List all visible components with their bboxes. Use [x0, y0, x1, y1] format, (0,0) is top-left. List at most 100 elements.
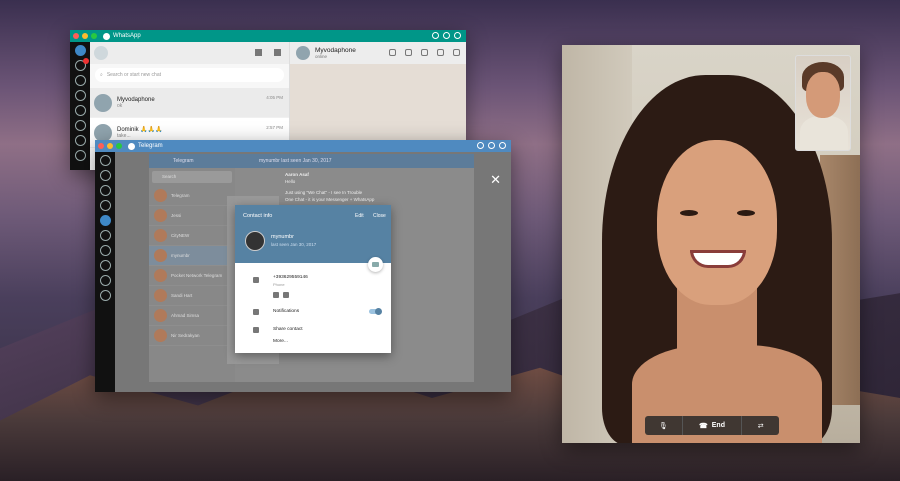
- skype-rail-icon[interactable]: [99, 170, 111, 181]
- close-window-button[interactable]: [73, 33, 79, 39]
- close-window-button[interactable]: [98, 143, 104, 149]
- list-item[interactable]: Sandi Hart: [149, 286, 235, 306]
- caller-eye: [737, 210, 755, 216]
- messenger-rail-icon[interactable]: [99, 185, 111, 196]
- list-item[interactable]: Telegram: [149, 186, 235, 206]
- menu-icon[interactable]: [453, 49, 460, 56]
- notifications-toggle[interactable]: [369, 308, 382, 315]
- traffic-lights: [73, 33, 97, 39]
- notifications-label: Notifications: [273, 309, 300, 314]
- exit-icon[interactable]: [454, 32, 461, 39]
- call-icon[interactable]: [283, 292, 289, 298]
- avatar[interactable]: [94, 46, 108, 60]
- list-item[interactable]: mynumbr: [149, 246, 235, 266]
- contact-info-modal: Contact info Edit Close mynumbr last see…: [235, 205, 391, 353]
- zoom-window-button[interactable]: [116, 143, 122, 149]
- telegram-header: Telegram mynumbr last seen Jan 30, 2017: [149, 154, 474, 168]
- search-input[interactable]: ⌕ Search or start new chat: [95, 68, 284, 82]
- window-title: WhatsApp: [103, 32, 141, 40]
- attach-icon[interactable]: [405, 49, 412, 56]
- whatsapp-titlebar[interactable]: WhatsApp: [70, 30, 466, 42]
- icq-rail-icon[interactable]: [74, 135, 86, 146]
- avatar[interactable]: [296, 46, 310, 60]
- settings-icon[interactable]: [477, 142, 484, 149]
- telegram-logo-icon: [128, 142, 135, 150]
- search-input[interactable]: Search: [152, 171, 232, 183]
- exit-icon[interactable]: [499, 142, 506, 149]
- whatsapp-rail-icon[interactable]: [99, 155, 111, 166]
- sync-rail-icon[interactable]: [99, 290, 111, 301]
- mic-mute-icon[interactable]: 🎙: [645, 416, 683, 435]
- vk-rail-icon[interactable]: [99, 275, 111, 286]
- new-chat-icon[interactable]: [255, 49, 262, 56]
- zoom-window-button[interactable]: [91, 33, 97, 39]
- icq-rail-icon[interactable]: [99, 245, 111, 256]
- close-button[interactable]: Close: [373, 213, 386, 219]
- edit-button[interactable]: Edit: [355, 213, 364, 219]
- chat-name: Dominik 🙏🙏🙏: [117, 127, 163, 133]
- help-icon[interactable]: [488, 142, 495, 149]
- messenger-rail-icon[interactable]: [74, 75, 86, 86]
- skype-rail-icon[interactable]: [74, 58, 89, 71]
- minimize-window-button[interactable]: [107, 143, 113, 149]
- share-icon: [253, 327, 259, 333]
- list-item[interactable]: CityNEW: [149, 226, 235, 246]
- video-call-window: 🎙 ☎ End ⇄: [562, 45, 860, 443]
- traffic-lights: [98, 143, 122, 149]
- whatsapp-logo-icon: [103, 32, 110, 40]
- message-text: Hello: [285, 179, 296, 184]
- list-item[interactable]: Jessi: [149, 206, 235, 226]
- list-item[interactable]: Ahmad Simsa: [149, 306, 235, 326]
- send-message-button[interactable]: [368, 257, 383, 272]
- video-call-icon[interactable]: [421, 49, 428, 56]
- call-controls: 🎙 ☎ End ⇄: [645, 416, 779, 435]
- chat-name: Telegram: [171, 193, 190, 198]
- help-icon[interactable]: [443, 32, 450, 39]
- contact-status: online: [315, 54, 328, 59]
- viber-rail-icon[interactable]: [74, 105, 86, 116]
- bell-icon: [253, 309, 259, 315]
- contact-name: mynumbr: [271, 234, 294, 240]
- search-icon[interactable]: [389, 49, 396, 56]
- window-title-text: WhatsApp: [113, 33, 141, 39]
- minimize-window-button[interactable]: [82, 33, 88, 39]
- conversation-header: Myvodaphone online: [290, 42, 466, 64]
- contact-info-header: Contact info Edit Close mynumbr last see…: [235, 205, 391, 272]
- list-item[interactable]: Nir Sedrakyan: [149, 326, 235, 346]
- telegram-rail-icon[interactable]: [74, 90, 86, 101]
- more-button[interactable]: More...: [273, 339, 288, 344]
- list-item[interactable]: Pocket Network Telegram: [149, 266, 235, 286]
- search-placeholder: Search or start new chat: [106, 72, 162, 78]
- telegram-rail-icon[interactable]: [99, 215, 111, 226]
- self-view-pip[interactable]: [795, 55, 851, 151]
- menu-icon[interactable]: [274, 49, 281, 56]
- call-icon[interactable]: [437, 49, 444, 56]
- contact-last-seen: last seen Jan 30, 2017: [271, 242, 317, 247]
- end-call-button[interactable]: ☎ End: [683, 416, 743, 435]
- avatar: [154, 289, 167, 302]
- chat-name: Pocket Network Telegram: [171, 273, 223, 278]
- line-rail-icon[interactable]: [99, 260, 111, 271]
- chat-name: mynumbr: [171, 253, 190, 258]
- chat-name: Sandi Hart: [171, 293, 193, 298]
- whatsapp-rail-icon[interactable]: [74, 45, 86, 56]
- viber-rail-icon[interactable]: [99, 230, 111, 241]
- hangouts-rail-icon[interactable]: [99, 200, 111, 211]
- vk-rail-icon[interactable]: [74, 150, 86, 161]
- settings-icon[interactable]: [432, 32, 439, 39]
- avatar: [94, 123, 112, 142]
- chat-name: Ahmad Simsa: [171, 313, 200, 318]
- close-icon[interactable]: ✕: [490, 172, 501, 188]
- share-contact-button[interactable]: Share contact: [273, 327, 303, 332]
- conversation-actions: [389, 49, 460, 56]
- telegram-titlebar[interactable]: Telegram: [95, 140, 511, 152]
- window-title: Telegram: [128, 142, 163, 150]
- camera-flip-icon[interactable]: ⇄: [742, 416, 779, 435]
- list-item[interactable]: Myvodaphone ok 4:05 PM: [90, 88, 289, 118]
- video-call-icon[interactable]: [273, 292, 279, 298]
- contact-name: Myvodaphone: [315, 47, 356, 54]
- chat-name: Jessi: [171, 213, 182, 218]
- hangouts-rail-icon[interactable]: [74, 120, 86, 131]
- phone-number: +393629559146: [273, 275, 308, 280]
- hangup-icon: ☎: [699, 422, 708, 430]
